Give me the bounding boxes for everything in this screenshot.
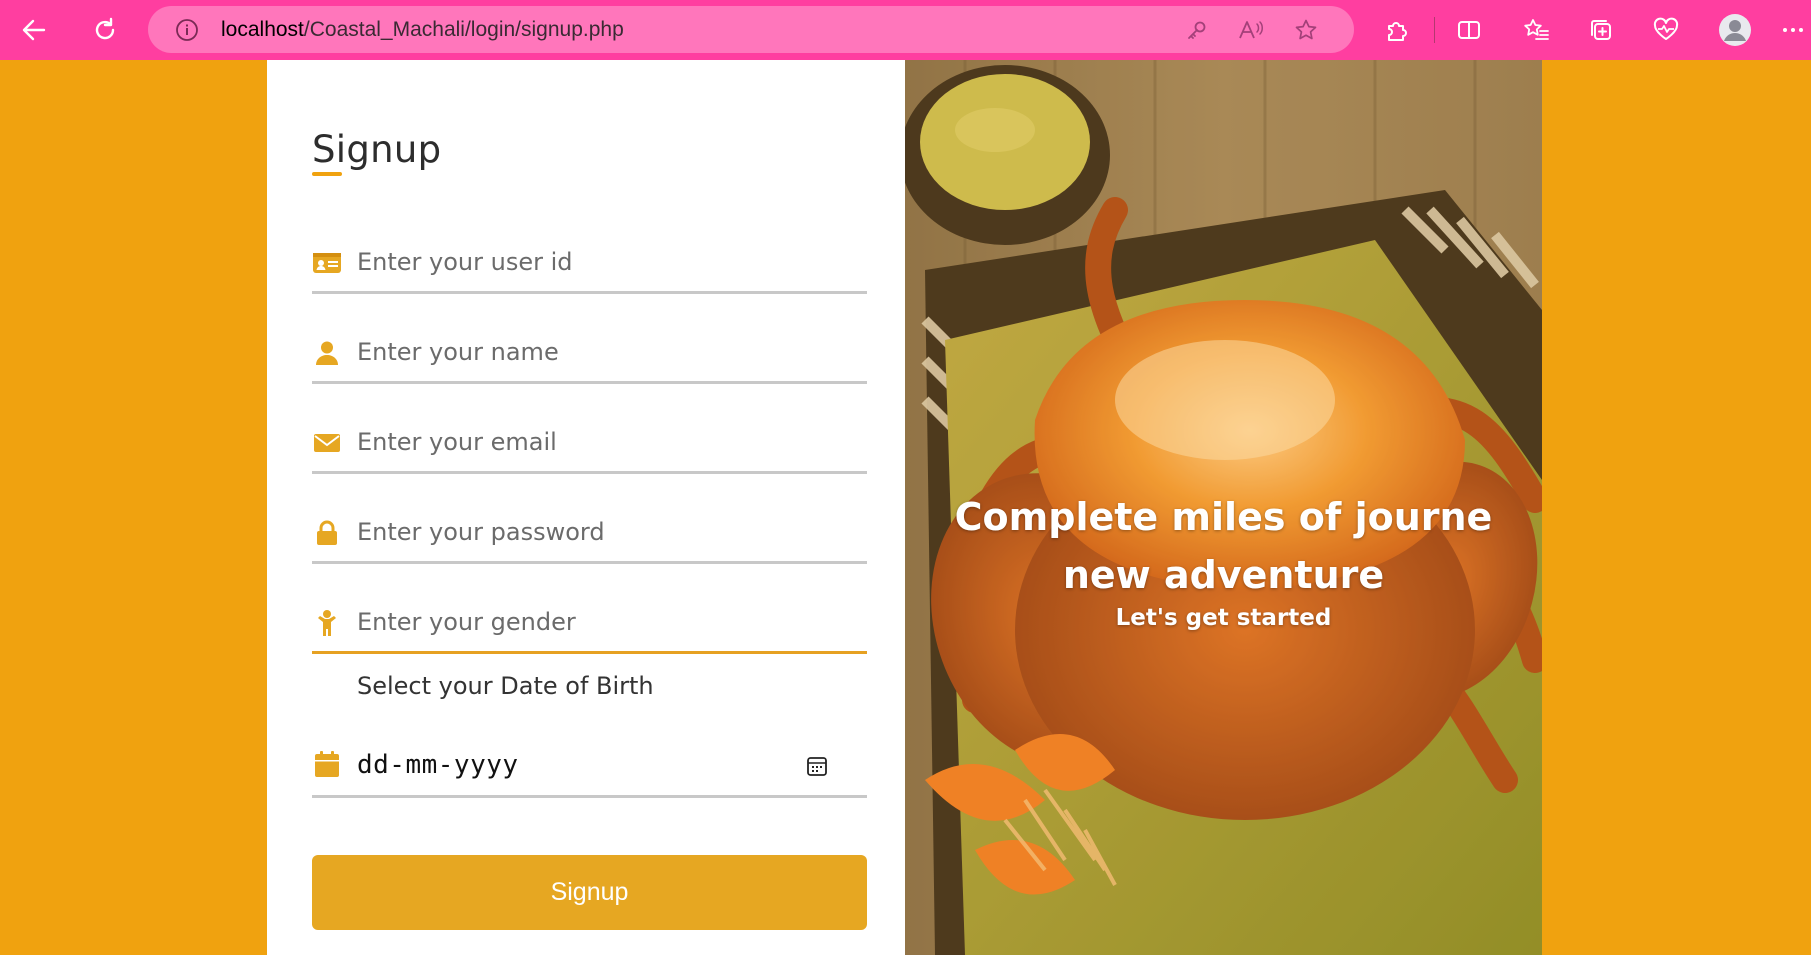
address-bar[interactable]: localhost/Coastal_Machali/login/signup.p… [148,6,1354,53]
password-placeholder: Enter your password [357,518,605,546]
password-button[interactable] [1180,13,1214,47]
user-icon [312,340,342,366]
extensions-button[interactable] [1377,10,1417,50]
name-placeholder: Enter your name [357,338,559,366]
url-path: /Coastal_Machali/login/signup.php [303,18,624,41]
name-field[interactable]: Enter your name [312,314,867,384]
read-aloud-button[interactable] [1234,13,1268,47]
dob-label: Select your Date of Birth [357,672,654,700]
signup-form-panel: Signup Enter your user id Enter your nam… [267,60,905,955]
hero-tagline: Complete miles of journe new adventure [905,488,1542,604]
calendar-picker-icon [807,757,827,776]
favorites-button[interactable] [1516,10,1556,50]
refresh-button[interactable] [85,10,125,50]
user-id-placeholder: Enter your user id [357,248,573,276]
signup-button[interactable]: Signup [312,855,867,930]
extensions-icon [1388,22,1407,41]
dob-value: dd-mm-yyyy [357,750,519,780]
calendar-icon [312,750,342,778]
refresh-icon [95,17,115,40]
profile-icon [1719,14,1751,46]
hero-image-panel: Complete miles of journe new adventure L… [905,60,1542,955]
collections-button[interactable] [1581,10,1621,50]
password-field[interactable]: Enter your password [312,494,867,564]
hero-tagline-line2: new adventure [1062,553,1385,597]
key-icon [1188,21,1206,39]
hero-tagline-line1: Complete miles of journe [954,495,1493,539]
health-icon [1653,17,1679,40]
profile-button[interactable] [1715,10,1755,50]
back-button[interactable] [14,10,54,50]
envelope-icon [312,430,342,456]
info-icon [176,19,198,41]
toolbar-separator [1434,17,1435,43]
lock-icon [312,520,342,546]
collections-icon [1591,20,1611,40]
child-icon [312,610,342,636]
more-icon [1783,28,1803,32]
favorites-icon [1524,19,1549,40]
address-url[interactable]: localhost/Coastal_Machali/login/signup.p… [221,18,624,42]
dob-date-input[interactable]: dd-mm-yyyy [312,720,867,798]
title-underline [312,172,342,176]
id-card-icon [312,250,342,276]
page-title: Signup [312,128,442,171]
hero-subtitle: Let's get started [1115,605,1332,631]
health-button[interactable] [1646,10,1686,50]
url-host: localhost [221,18,304,41]
email-placeholder: Enter your email [357,428,557,456]
calendar-picker-button[interactable] [804,753,830,779]
site-info-button[interactable] [170,13,204,47]
email-field[interactable]: Enter your email [312,404,867,474]
more-button[interactable] [1773,10,1811,50]
gender-placeholder: Enter your gender [357,608,576,636]
star-icon [1295,19,1317,40]
gender-field[interactable]: Enter your gender [312,584,867,654]
browser-toolbar: localhost/Coastal_Machali/login/signup.p… [0,0,1811,60]
favorite-button[interactable] [1289,13,1323,47]
read-aloud-icon [1239,21,1263,39]
split-screen-button[interactable] [1449,10,1489,50]
user-id-field[interactable]: Enter your user id [312,224,867,294]
back-icon [22,19,46,41]
split-screen-icon [1458,21,1480,39]
